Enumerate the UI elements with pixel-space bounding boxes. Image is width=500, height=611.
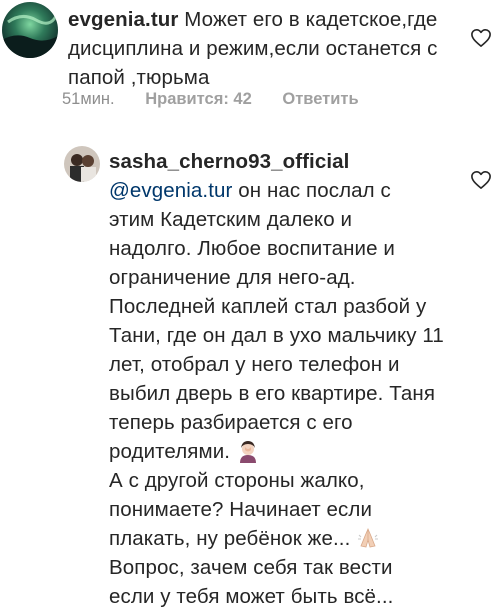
comment-line: этим Кадетским далеко и — [109, 208, 353, 231]
comment-line: теперь разбирается с его — [109, 411, 353, 434]
comment-username[interactable]: evgenia.tur — [68, 8, 178, 31]
comment-text: evgenia.tur Может его в кадетское,где ди… — [68, 5, 468, 92]
facepalm-woman-emoji — [239, 441, 256, 463]
comment-line: папой ,тюрьма — [68, 66, 210, 89]
comment-line: родителями. — [109, 440, 231, 463]
comment-line: плакать, ну ребёнок же... — [109, 527, 351, 550]
comment-line: Последней каплей стал разбой у — [109, 295, 427, 318]
mention-link[interactable]: @evgenia.tur — [109, 179, 232, 202]
comment-line: если у тебя может быть всё... — [109, 585, 394, 608]
comment-line: Тани, где он дал в ухо мальчику 11 — [109, 324, 444, 347]
reply-button[interactable]: Ответить — [282, 90, 358, 108]
comment-time: 51мин. — [62, 90, 115, 108]
heart-outline-icon[interactable] — [470, 170, 492, 190]
comment-line: ограничение для него-ад. — [109, 266, 356, 289]
praying-hands-emoji — [358, 527, 379, 548]
comment-text: sasha_cherno93_official @evgenia.tur он … — [109, 147, 479, 611]
comment-line: надолго. Любое воспитание и — [109, 237, 395, 260]
comment-line: дисциплина и режим,если останется с — [68, 37, 438, 60]
comment-line: понимаете? Начинает если — [109, 498, 373, 521]
comment-line: Вопрос, зачем себя так вести — [109, 556, 393, 579]
avatar[interactable] — [64, 146, 100, 182]
comment-username[interactable]: sasha_cherno93_official — [109, 150, 349, 173]
avatar[interactable] — [2, 2, 58, 58]
comment-line: Может его в кадетское,где — [184, 8, 438, 31]
comment-meta: 51мин. Нравится: 42 Ответить — [62, 90, 385, 109]
comment-line: А с другой стороны жалко, — [109, 469, 365, 492]
heart-outline-icon[interactable] — [470, 28, 492, 48]
comment-line: выбил дверь в его квартире. Таня — [109, 382, 436, 405]
comment-line: он нас послал с — [232, 179, 391, 202]
comment-line: лет, отобрал у него телефон и — [109, 353, 400, 376]
likes-count[interactable]: Нравится: 42 — [145, 90, 252, 108]
